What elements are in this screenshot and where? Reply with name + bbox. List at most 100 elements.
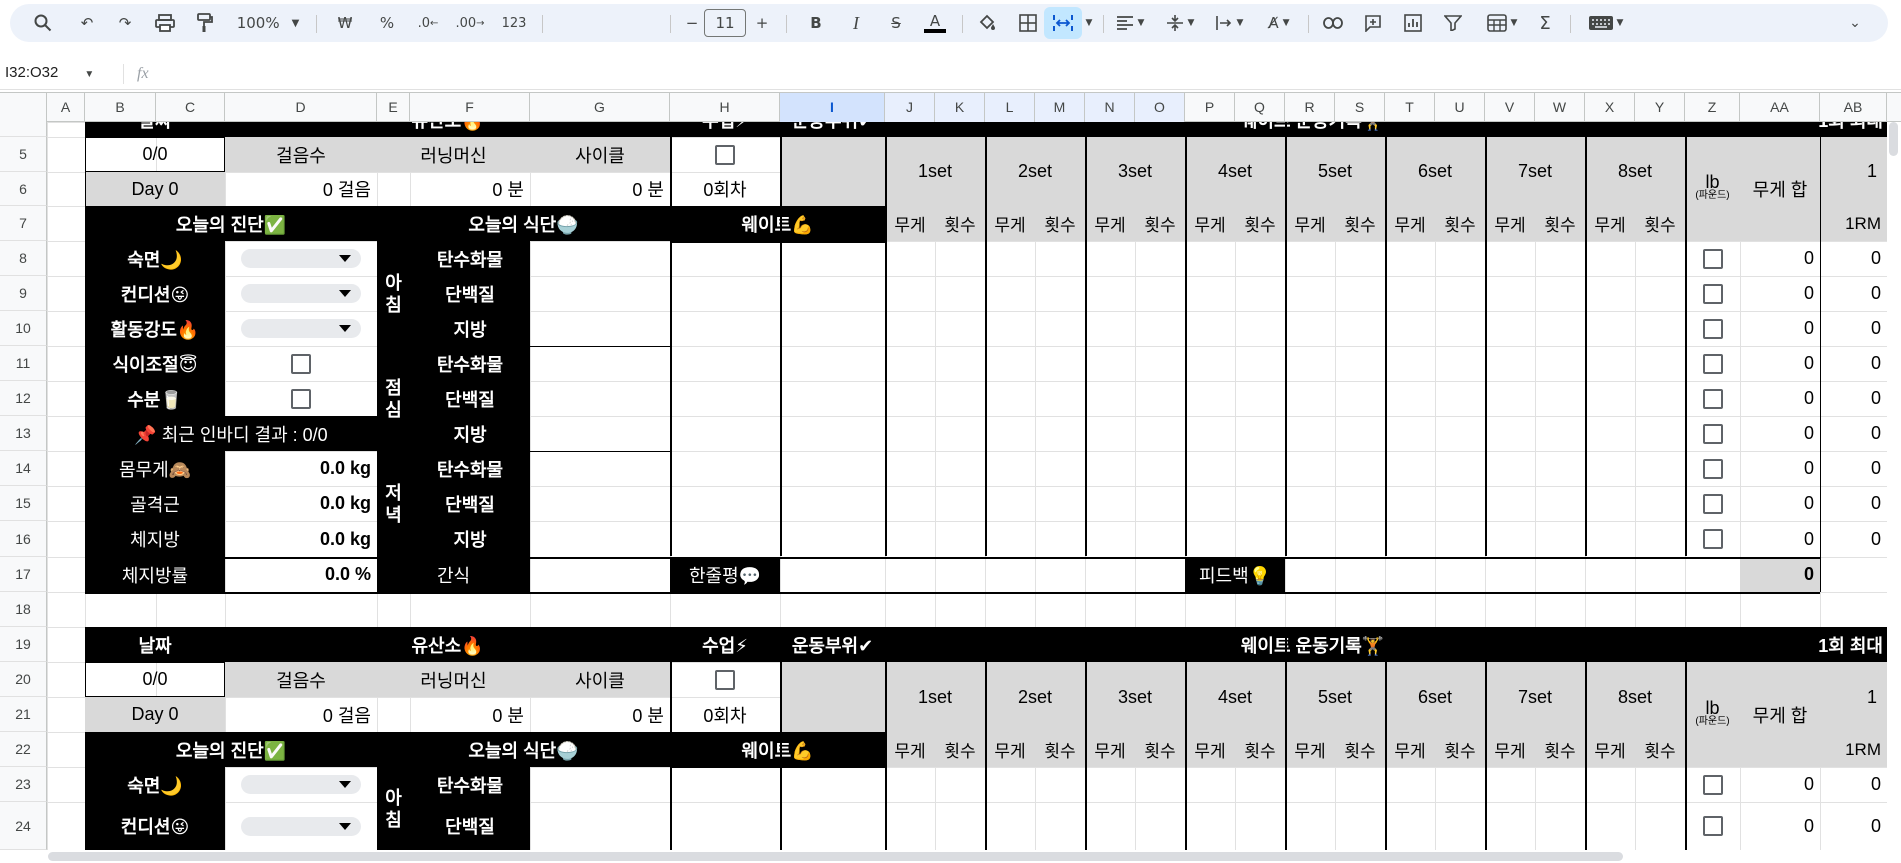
filter-icon[interactable] xyxy=(1438,4,1468,42)
select-all-corner[interactable] xyxy=(0,93,47,122)
cardio-value[interactable]: 0 분 xyxy=(377,172,530,206)
column-header-o[interactable]: O xyxy=(1135,93,1185,122)
row-header-20[interactable]: 20 xyxy=(0,662,47,697)
nutrient-input[interactable] xyxy=(530,486,670,521)
row-header-12[interactable]: 12 xyxy=(0,381,47,416)
paint-format-icon[interactable] xyxy=(190,4,220,42)
row-header-19[interactable]: 19 xyxy=(0,627,47,662)
insert-link-icon[interactable] xyxy=(1318,4,1348,42)
dropdown[interactable] xyxy=(241,319,361,338)
column-header-f[interactable]: F xyxy=(410,93,530,122)
column-header-ab[interactable]: AB xyxy=(1820,93,1887,122)
body-part-cell[interactable] xyxy=(780,137,885,206)
column-header-w[interactable]: W xyxy=(1535,93,1585,122)
diagnosis-dropdown[interactable] xyxy=(225,767,377,802)
font-size-field[interactable]: 11 xyxy=(704,4,746,42)
column-header-v[interactable]: V xyxy=(1485,93,1535,122)
currency-format-button[interactable]: ₩ xyxy=(332,4,358,42)
class-checkbox[interactable] xyxy=(670,662,780,697)
checkbox[interactable] xyxy=(1702,283,1723,304)
column-header-b[interactable]: B xyxy=(85,93,156,122)
row-header-24[interactable]: 24 xyxy=(0,802,47,850)
nutrient-input[interactable] xyxy=(530,451,670,486)
nutrient-input[interactable] xyxy=(530,802,670,850)
insert-comment-icon[interactable] xyxy=(1358,4,1388,42)
nutrient-input[interactable] xyxy=(530,381,670,416)
nutrient-input[interactable] xyxy=(530,416,670,451)
font-size-increase-button[interactable]: + xyxy=(750,4,774,42)
row-header-11[interactable]: 11 xyxy=(0,346,47,381)
column-header-r[interactable]: R xyxy=(1285,93,1335,122)
cardio-value[interactable]: 0 분 xyxy=(530,172,670,206)
lb-checkbox[interactable] xyxy=(1685,416,1740,451)
column-header-c[interactable]: C xyxy=(156,93,225,122)
diagnosis-dropdown[interactable] xyxy=(225,276,377,311)
feedback-input[interactable] xyxy=(1285,557,1740,592)
class-count[interactable]: 0회차 xyxy=(670,697,780,732)
day-cell[interactable]: Day 0 xyxy=(85,172,225,206)
lb-checkbox[interactable] xyxy=(1685,381,1740,416)
text-rotation-icon[interactable]: A̸ ▼ xyxy=(1258,4,1300,42)
vertical-align-icon[interactable]: ▼ xyxy=(1160,4,1200,42)
row-header-17[interactable]: 17 xyxy=(0,557,47,592)
cardio-value[interactable]: 0 분 xyxy=(377,697,530,732)
body-value[interactable]: 0.0 kg xyxy=(225,486,377,521)
column-header-z[interactable]: Z xyxy=(1685,93,1740,122)
column-header-m[interactable]: M xyxy=(1035,93,1085,122)
checkbox[interactable] xyxy=(1702,493,1723,514)
nutrient-input[interactable] xyxy=(530,767,670,802)
nutrient-input[interactable] xyxy=(530,521,670,557)
row-header-8[interactable]: 8 xyxy=(0,241,47,276)
italic-icon[interactable]: I xyxy=(843,4,869,42)
lb-checkbox[interactable] xyxy=(1685,486,1740,521)
increase-decimal-button[interactable]: .00 → xyxy=(453,4,487,42)
lb-checkbox[interactable] xyxy=(1685,311,1740,346)
row-header-18[interactable]: 18 xyxy=(0,592,47,627)
dropdown[interactable] xyxy=(241,816,361,836)
column-header-y[interactable]: Y xyxy=(1635,93,1685,122)
checkbox[interactable] xyxy=(715,144,735,165)
percent-format-button[interactable]: % xyxy=(374,4,400,42)
class-count[interactable]: 0회차 xyxy=(670,172,780,206)
body-value[interactable]: 0.0 kg xyxy=(225,521,377,557)
row-header-13[interactable]: 13 xyxy=(0,416,47,451)
diagnosis-dropdown[interactable] xyxy=(225,311,377,346)
checkbox[interactable] xyxy=(1702,816,1723,836)
insert-chart-icon[interactable] xyxy=(1398,4,1428,42)
column-header-k[interactable]: K xyxy=(935,93,985,122)
checkbox[interactable] xyxy=(291,388,311,409)
chevron-down-icon[interactable]: ▼ xyxy=(1082,4,1096,42)
name-box[interactable]: I32:O32 ▼ xyxy=(5,64,94,81)
nutrient-input[interactable] xyxy=(530,346,670,381)
fill-color-icon[interactable] xyxy=(972,4,1002,42)
column-header-g[interactable]: G xyxy=(530,93,670,122)
column-header-t[interactable]: T xyxy=(1385,93,1435,122)
date-cell[interactable]: 0/0 xyxy=(85,662,225,697)
date-cell[interactable]: 0/0 xyxy=(85,137,225,172)
dropdown[interactable] xyxy=(241,249,361,268)
checkbox[interactable] xyxy=(1702,774,1723,795)
row-header-22[interactable]: 22 xyxy=(0,732,47,767)
body-value[interactable]: 0.0 kg xyxy=(225,451,377,486)
row-header-10[interactable]: 10 xyxy=(0,311,47,346)
row-header-16[interactable]: 16 xyxy=(0,521,47,557)
vertical-scrollbar[interactable] xyxy=(1889,122,1898,156)
collapse-toolbar-chevron-icon[interactable]: ⌄ xyxy=(1840,4,1870,42)
formula-input[interactable] xyxy=(170,58,1890,89)
column-header-s[interactable]: S xyxy=(1335,93,1385,122)
column-header-p[interactable]: P xyxy=(1185,93,1235,122)
sheet-grid[interactable]: 날짜유산소🔥수업⚡운동부위✔웨이트 운동기록🏋1회 최대0/0Day 0걸음수0… xyxy=(47,122,1887,850)
bold-icon[interactable]: B xyxy=(803,4,829,42)
cardio-value[interactable]: 0 걸음 xyxy=(225,697,377,732)
checkbox[interactable] xyxy=(1702,458,1723,479)
lb-checkbox[interactable] xyxy=(1685,241,1740,276)
search-icon[interactable] xyxy=(28,4,58,42)
more-formats-button[interactable]: 123 xyxy=(494,4,534,42)
decrease-decimal-button[interactable]: .0 ← xyxy=(413,4,443,42)
diagnosis-checkbox[interactable] xyxy=(225,346,377,381)
column-header-d[interactable]: D xyxy=(225,93,377,122)
cardio-value[interactable]: 0 분 xyxy=(530,697,670,732)
font-size-decrease-button[interactable]: − xyxy=(680,4,704,42)
borders-icon[interactable] xyxy=(1013,4,1043,42)
checkbox[interactable] xyxy=(1702,388,1723,409)
